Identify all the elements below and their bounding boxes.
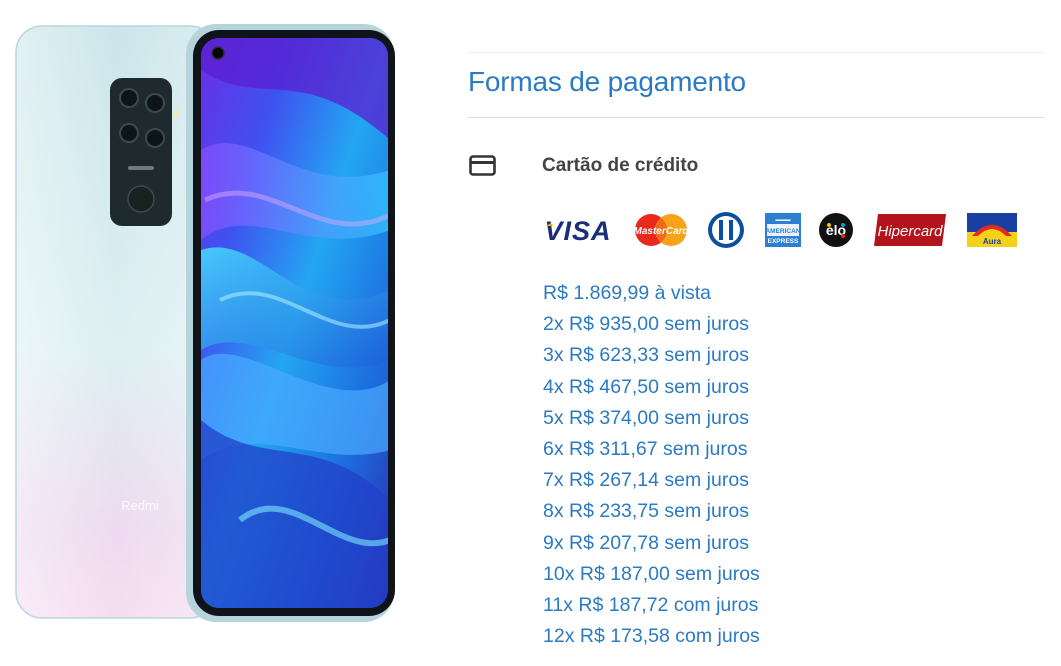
- svg-text:Hipercard: Hipercard: [877, 223, 943, 240]
- installment-option: 2x R$ 935,00 sem juros: [543, 313, 749, 336]
- installment-option: 9x R$ 207,78 sem juros: [543, 531, 749, 554]
- installment-option: 11x R$ 187,72 com juros: [543, 593, 759, 616]
- payment-method-label: Cartão de crédito: [542, 155, 699, 176]
- installment-option: 4x R$ 467,50 sem juros: [543, 375, 749, 398]
- installment-option: 12x R$ 173,58 com juros: [543, 625, 760, 648]
- credit-card-icon: [469, 155, 496, 176]
- svg-text:EXPRESS: EXPRESS: [768, 238, 799, 245]
- front-camera-icon: [211, 46, 225, 60]
- payment-section-title: Formas de pagamento: [468, 66, 746, 97]
- installment-option: 8x R$ 233,75 sem juros: [543, 500, 749, 523]
- installment-option: R$ 1.869,99 à vista: [543, 282, 712, 304]
- hipercard-logo: Hipercard: [874, 214, 946, 246]
- svg-text:Aura: Aura: [983, 237, 1002, 246]
- svg-text:VISA: VISA: [544, 216, 611, 246]
- title-divider: [467, 117, 1045, 118]
- installment-option: 10x R$ 187,00 sem juros: [543, 562, 760, 585]
- amex-logo: AMERICAN EXPRESS ▬▬▬: [765, 213, 801, 247]
- svg-text:AMERICAN: AMERICAN: [765, 228, 800, 235]
- installment-list: R$ 1.869,99 à vista 2x R$ 935,00 sem jur…: [543, 281, 760, 655]
- phone-illustration: Redmi: [15, 24, 395, 622]
- product-image: Redmi: [0, 0, 410, 640]
- fingerprint-icon: [127, 185, 155, 213]
- top-divider: [467, 52, 1045, 53]
- installment-option: 3x R$ 623,33 sem juros: [543, 344, 749, 367]
- svg-text:▬▬▬: ▬▬▬: [776, 217, 791, 223]
- visa-logo: VISA: [544, 216, 611, 246]
- installment-option: 7x R$ 267,14 sem juros: [543, 469, 749, 492]
- card-brands: VISA MasterCard AMERICAN EXPRESS ▬▬▬ elo…: [542, 210, 1032, 250]
- aura-logo: Aura: [967, 213, 1017, 247]
- mastercard-logo: MasterCard: [633, 214, 689, 246]
- installment-option: 6x R$ 311,67 sem juros: [543, 437, 748, 460]
- installment-option: 5x R$ 374,00 sem juros: [543, 406, 749, 429]
- svg-text:MasterCard: MasterCard: [633, 226, 689, 237]
- back-brand-text: Redmi: [121, 498, 159, 513]
- elo-logo: elo: [819, 213, 853, 247]
- diners-logo: [708, 212, 744, 248]
